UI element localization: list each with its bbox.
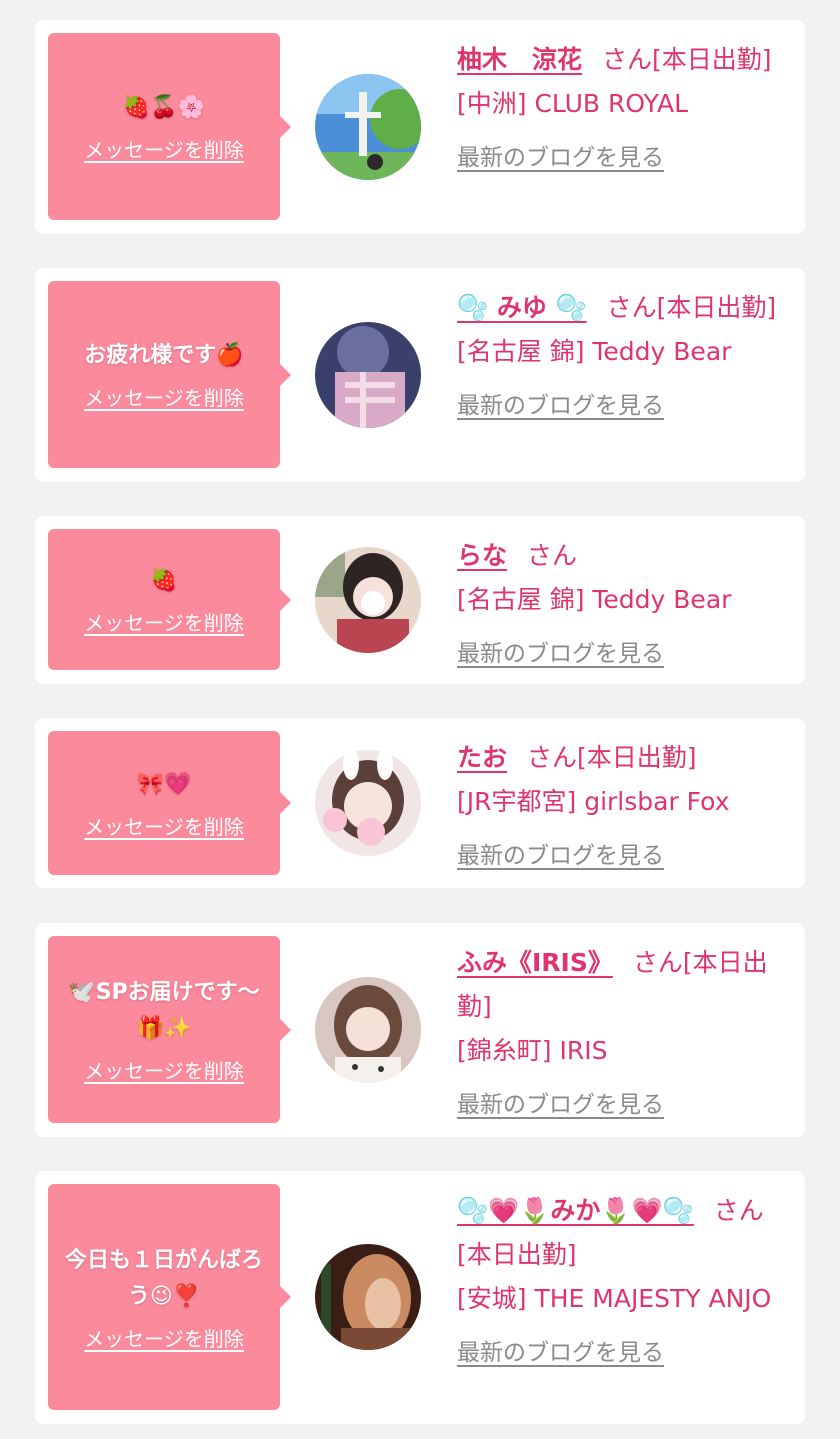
cast-name-link[interactable]: らな xyxy=(457,541,507,570)
delete-message-link[interactable]: メッセージを削除 xyxy=(84,607,244,636)
delete-message-link[interactable]: メッセージを削除 xyxy=(84,1323,244,1352)
message-bubble: 今日も１日がんばろう😉❣️ メッセージを削除 xyxy=(48,1184,291,1410)
message-card: 🍓 メッセージを削除 らな さん [名古屋 錦] Teddy Bear 最新のブロ… xyxy=(35,516,805,684)
shop-name: [錦糸町] IRIS xyxy=(457,1036,608,1065)
latest-blog-link[interactable]: 最新のブログを見る xyxy=(457,632,664,676)
message-card: お疲れ様です🍎 メッセージを削除 🫧 みゆ 🫧 さん[本日出勤] [名古屋 錦] … xyxy=(35,268,805,482)
cast-name-link[interactable]: 🫧 みゆ 🫧 xyxy=(457,293,587,322)
latest-blog-link[interactable]: 最新のブログを見る xyxy=(457,384,664,428)
latest-blog-link[interactable]: 最新のブログを見る xyxy=(457,1331,664,1375)
cast-status: さん[本日出勤] xyxy=(602,45,772,74)
shop-name: [中洲] CLUB ROYAL xyxy=(457,89,689,118)
avatar[interactable] xyxy=(315,74,421,180)
cast-name-link[interactable]: たお xyxy=(457,743,507,772)
cast-name-link[interactable]: 柚木 涼花 xyxy=(457,45,582,74)
message-card: 🎀💗 メッセージを削除 たお さん[本日出勤] [JR宇都宮] girlsbar … xyxy=(35,718,805,888)
avatar[interactable] xyxy=(315,547,421,653)
message-card: 🍓🍒🌸 メッセージを削除 柚木 涼花 さん[本日出勤] [中洲] CLUB ROY… xyxy=(35,20,805,234)
cast-info: 🫧 みゆ 🫧 さん[本日出勤] [名古屋 錦] Teddy Bear 最新のブログ… xyxy=(457,286,793,428)
avatar[interactable] xyxy=(315,1244,421,1350)
shop-name: [名古屋 錦] Teddy Bear xyxy=(457,337,732,366)
message-bubble: 🍓 メッセージを削除 xyxy=(48,529,291,670)
latest-blog-link[interactable]: 最新のブログを見る xyxy=(457,136,664,180)
avatar[interactable] xyxy=(315,977,421,1083)
message-text: 🎀💗 xyxy=(136,771,192,797)
message-card: 今日も１日がんばろう😉❣️ メッセージを削除 🫧💗🌷みか🌷💗🫧 さん[本日出勤] … xyxy=(35,1171,805,1424)
latest-blog-link[interactable]: 最新のブログを見る xyxy=(457,1083,664,1127)
cast-info: らな さん [名古屋 錦] Teddy Bear 最新のブログを見る xyxy=(457,534,793,676)
message-list: 🍓🍒🌸 メッセージを削除 柚木 涼花 さん[本日出勤] [中洲] CLUB ROY… xyxy=(0,0,840,1439)
cast-status: さん[本日出勤] xyxy=(527,743,697,772)
cast-info: 柚木 涼花 さん[本日出勤] [中洲] CLUB ROYAL 最新のブログを見る xyxy=(457,38,793,180)
delete-message-link[interactable]: メッセージを削除 xyxy=(84,1055,244,1084)
shop-name: [名古屋 錦] Teddy Bear xyxy=(457,585,732,614)
message-bubble: 🕊️SPお届けです〜🎁✨ メッセージを削除 xyxy=(48,936,291,1123)
cast-name-link[interactable]: ふみ《IRIS》 xyxy=(457,948,613,977)
delete-message-link[interactable]: メッセージを削除 xyxy=(84,382,244,411)
delete-message-link[interactable]: メッセージを削除 xyxy=(84,811,244,840)
message-text: 今日も１日がんばろう😉❣️ xyxy=(64,1247,263,1309)
message-text: 🍓 xyxy=(150,568,178,593)
cast-info: たお さん[本日出勤] [JR宇都宮] girlsbar Fox 最新のブログを見… xyxy=(457,736,793,878)
shop-name: [安城] THE MAJESTY ANJO xyxy=(457,1284,772,1313)
avatar[interactable] xyxy=(315,750,421,856)
cast-info: 🫧💗🌷みか🌷💗🫧 さん[本日出勤] [安城] THE MAJESTY ANJO 最… xyxy=(457,1189,793,1375)
cast-status: さん xyxy=(527,541,578,570)
message-text: 🕊️SPお届けです〜🎁✨ xyxy=(68,980,260,1041)
delete-message-link[interactable]: メッセージを削除 xyxy=(84,134,244,163)
cast-status: さん[本日出勤] xyxy=(606,293,777,322)
shop-name: [JR宇都宮] girlsbar Fox xyxy=(457,787,730,816)
message-card: 🕊️SPお届けです〜🎁✨ メッセージを削除 ふみ《IRIS》 さん[本日出勤] [… xyxy=(35,923,805,1137)
message-bubble: 🎀💗 メッセージを削除 xyxy=(48,731,291,875)
cast-info: ふみ《IRIS》 さん[本日出勤] [錦糸町] IRIS 最新のブログを見る xyxy=(457,941,793,1127)
message-bubble: 🍓🍒🌸 メッセージを削除 xyxy=(48,33,291,220)
message-text: 🍓🍒🌸 xyxy=(122,95,206,120)
message-bubble: お疲れ様です🍎 メッセージを削除 xyxy=(48,281,291,468)
latest-blog-link[interactable]: 最新のブログを見る xyxy=(457,834,664,878)
avatar[interactable] xyxy=(315,322,421,428)
message-text: お疲れ様です🍎 xyxy=(84,343,244,368)
cast-name-link[interactable]: 🫧💗🌷みか🌷💗🫧 xyxy=(457,1196,694,1225)
